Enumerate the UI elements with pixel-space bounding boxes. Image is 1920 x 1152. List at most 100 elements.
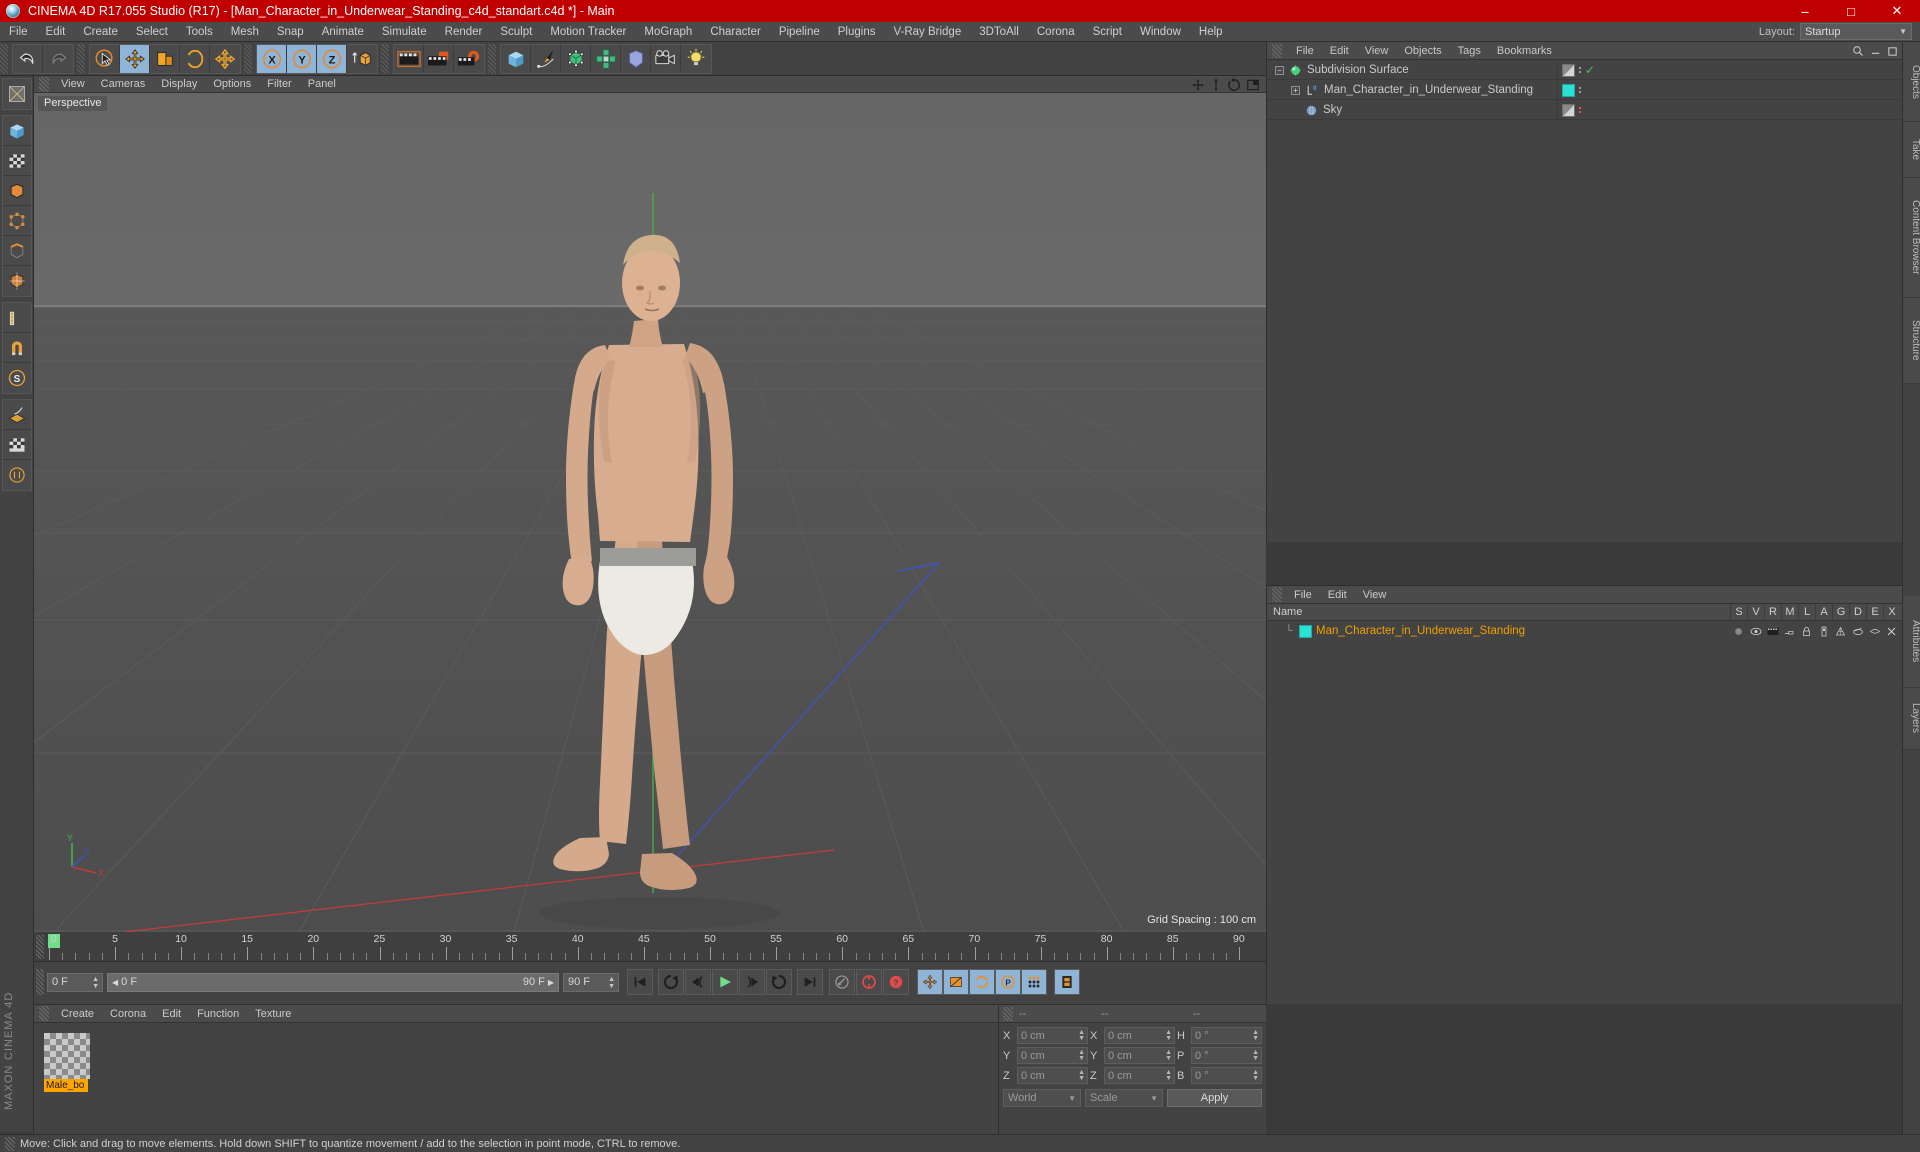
object-menu-view[interactable]: View — [1357, 42, 1397, 60]
attribute-menu-view[interactable]: View — [1355, 586, 1395, 604]
spinner-icon[interactable]: ▲ ▼ — [1165, 1049, 1172, 1062]
magnet-icon[interactable] — [2, 333, 31, 363]
viewport-menu-grip[interactable] — [39, 76, 49, 92]
play-backwards-icon[interactable] — [658, 969, 684, 995]
timeline-range-slider[interactable]: ◀ 0 F 90 F ▶ — [107, 972, 559, 992]
minimize-button[interactable]: – — [1782, 0, 1828, 22]
expression-icon[interactable] — [1866, 626, 1883, 636]
object-row-subdivision-surface[interactable]: − Subdivision Surface ✓ — [1267, 60, 1902, 80]
attribute-column-d[interactable]: D — [1849, 604, 1866, 621]
size-x-field[interactable]: 0 cm ▲ ▼ — [1104, 1027, 1175, 1044]
redo-icon[interactable] — [43, 45, 73, 73]
object-menu-edit[interactable]: Edit — [1322, 42, 1357, 60]
apply-button[interactable]: Apply — [1167, 1089, 1262, 1107]
timeline-icon[interactable] — [1054, 969, 1080, 995]
object-menu-objects[interactable]: Objects — [1396, 42, 1449, 60]
menu-item-file[interactable]: File — [0, 22, 37, 42]
search-icon[interactable] — [1852, 45, 1864, 57]
menu-item-render[interactable]: Render — [436, 22, 492, 42]
scale-icon[interactable] — [150, 44, 180, 73]
spinner-icon[interactable]: ▲ ▼ — [1252, 1069, 1259, 1082]
manager-icon[interactable] — [1781, 627, 1798, 636]
menu-item-pipeline[interactable]: Pipeline — [770, 22, 829, 42]
select-state-icon[interactable] — [1730, 627, 1747, 636]
menu-item-animate[interactable]: Animate — [313, 22, 373, 42]
model-mode-icon[interactable] — [2, 116, 31, 146]
material-item[interactable]: Male_bo — [44, 1033, 90, 1092]
go-to-start-icon[interactable] — [627, 969, 653, 995]
scale-key-icon[interactable] — [943, 969, 969, 995]
toolbar-grip-3[interactable] — [244, 43, 252, 74]
spinner-icon[interactable]: ▲ ▼ — [92, 976, 99, 990]
camera-icon[interactable] — [651, 44, 681, 73]
maximize-panel-icon[interactable] — [1887, 46, 1898, 57]
spinner-icon[interactable]: ▲ ▼ — [1078, 1069, 1085, 1082]
zoom-view-icon[interactable] — [1210, 78, 1222, 92]
spinner-icon[interactable]: ▲ ▼ — [1165, 1069, 1172, 1082]
previous-frame-icon[interactable] — [685, 969, 711, 995]
attribute-column-l[interactable]: L — [1798, 604, 1815, 621]
menu-item-vray-bridge[interactable]: V-Ray Bridge — [884, 22, 970, 42]
attribute-row[interactable]: └ Man_Character_in_Underwear_Standing — [1267, 623, 1902, 639]
next-frame-icon[interactable] — [739, 969, 765, 995]
rot-p-field[interactable]: 0 ° ▲ ▼ — [1191, 1047, 1262, 1064]
pos-y-field[interactable]: 0 cm ▲ ▼ — [1017, 1047, 1088, 1064]
xpresso-icon[interactable] — [1883, 626, 1900, 637]
material-menu-edit[interactable]: Edit — [154, 1005, 189, 1023]
end-frame-field[interactable]: 90 F ▲ ▼ — [563, 972, 619, 992]
toggle-layout-icon[interactable] — [1246, 78, 1260, 92]
menu-item-mesh[interactable]: Mesh — [222, 22, 268, 42]
y-axis-icon[interactable]: Y — [287, 44, 317, 73]
rot-h-field[interactable]: 0 ° ▲ ▼ — [1191, 1027, 1262, 1044]
attribute-column-m[interactable]: M — [1781, 604, 1798, 621]
attribute-column-x[interactable]: X — [1883, 604, 1900, 621]
toolbar-grip-4[interactable] — [381, 43, 389, 74]
texture-axis-icon[interactable] — [3, 79, 31, 109]
coordinate-mode-select[interactable]: Scale ▼ — [1085, 1089, 1163, 1107]
go-to-end-icon[interactable] — [797, 969, 823, 995]
workplane-icon[interactable] — [2, 400, 31, 430]
object-row-man-character[interactable]: + 0 Man_Character_in_Underwear_Standing — [1267, 80, 1902, 100]
snap-icon[interactable]: S — [3, 363, 31, 393]
pla-key-icon[interactable]: P — [995, 969, 1021, 995]
viewport-3d[interactable]: Perspective Y X Z Grid Spacing: 100 cm — [34, 93, 1266, 932]
attribute-manager-grip[interactable] — [1272, 587, 1282, 602]
move-icon[interactable] — [120, 44, 150, 73]
deformer-icon[interactable] — [591, 44, 621, 73]
lock-icon[interactable] — [1798, 626, 1815, 637]
menu-item-help[interactable]: Help — [1190, 22, 1232, 42]
expander-plus-icon[interactable]: + — [1291, 85, 1300, 95]
dock-tab-structure[interactable]: Structure — [1903, 298, 1920, 384]
z-axis-icon[interactable]: Z — [317, 44, 347, 73]
pos-x-field[interactable]: 0 cm ▲ ▼ — [1017, 1027, 1088, 1044]
enabled-check-icon[interactable]: ✓ — [1585, 63, 1595, 77]
maximize-button[interactable]: □ — [1828, 0, 1874, 22]
menu-item-create[interactable]: Create — [74, 22, 127, 42]
move-view-icon[interactable] — [1191, 78, 1205, 92]
attribute-column-v[interactable]: V — [1747, 604, 1764, 621]
viewport-menu-view[interactable]: View — [53, 76, 93, 93]
attribute-column-s[interactable]: S — [1730, 604, 1747, 621]
select-cursor-icon[interactable] — [90, 44, 120, 73]
attribute-menu-file[interactable]: File — [1286, 586, 1320, 604]
menu-item-motion-tracker[interactable]: Motion Tracker — [541, 22, 635, 42]
x-axis-icon[interactable]: X — [257, 44, 287, 73]
object-menu-bookmarks[interactable]: Bookmarks — [1489, 42, 1560, 60]
attribute-menu-edit[interactable]: Edit — [1320, 586, 1355, 604]
object-axis-icon[interactable] — [3, 266, 31, 296]
autokeying-icon[interactable] — [829, 969, 855, 995]
visibility-dots-icon[interactable] — [1579, 87, 1581, 93]
generator-state-icon[interactable] — [1832, 626, 1849, 637]
size-z-field[interactable]: 0 cm ▲ ▼ — [1104, 1067, 1175, 1084]
minimize-panel-icon[interactable] — [1870, 46, 1881, 57]
menu-item-3dtoall[interactable]: 3DToAll — [970, 22, 1028, 42]
coordinates-grip[interactable] — [1003, 1006, 1013, 1021]
render-to-picture-viewer-icon[interactable] — [424, 44, 454, 73]
point-mode-icon[interactable] — [2, 206, 31, 236]
menu-item-character[interactable]: Character — [701, 22, 770, 42]
display-tag-icon[interactable] — [1562, 63, 1575, 77]
attribute-column-g[interactable]: G — [1832, 604, 1849, 621]
material-manager-grip[interactable] — [39, 1006, 49, 1021]
menu-item-corona[interactable]: Corona — [1028, 22, 1084, 42]
light-icon[interactable] — [681, 45, 711, 73]
